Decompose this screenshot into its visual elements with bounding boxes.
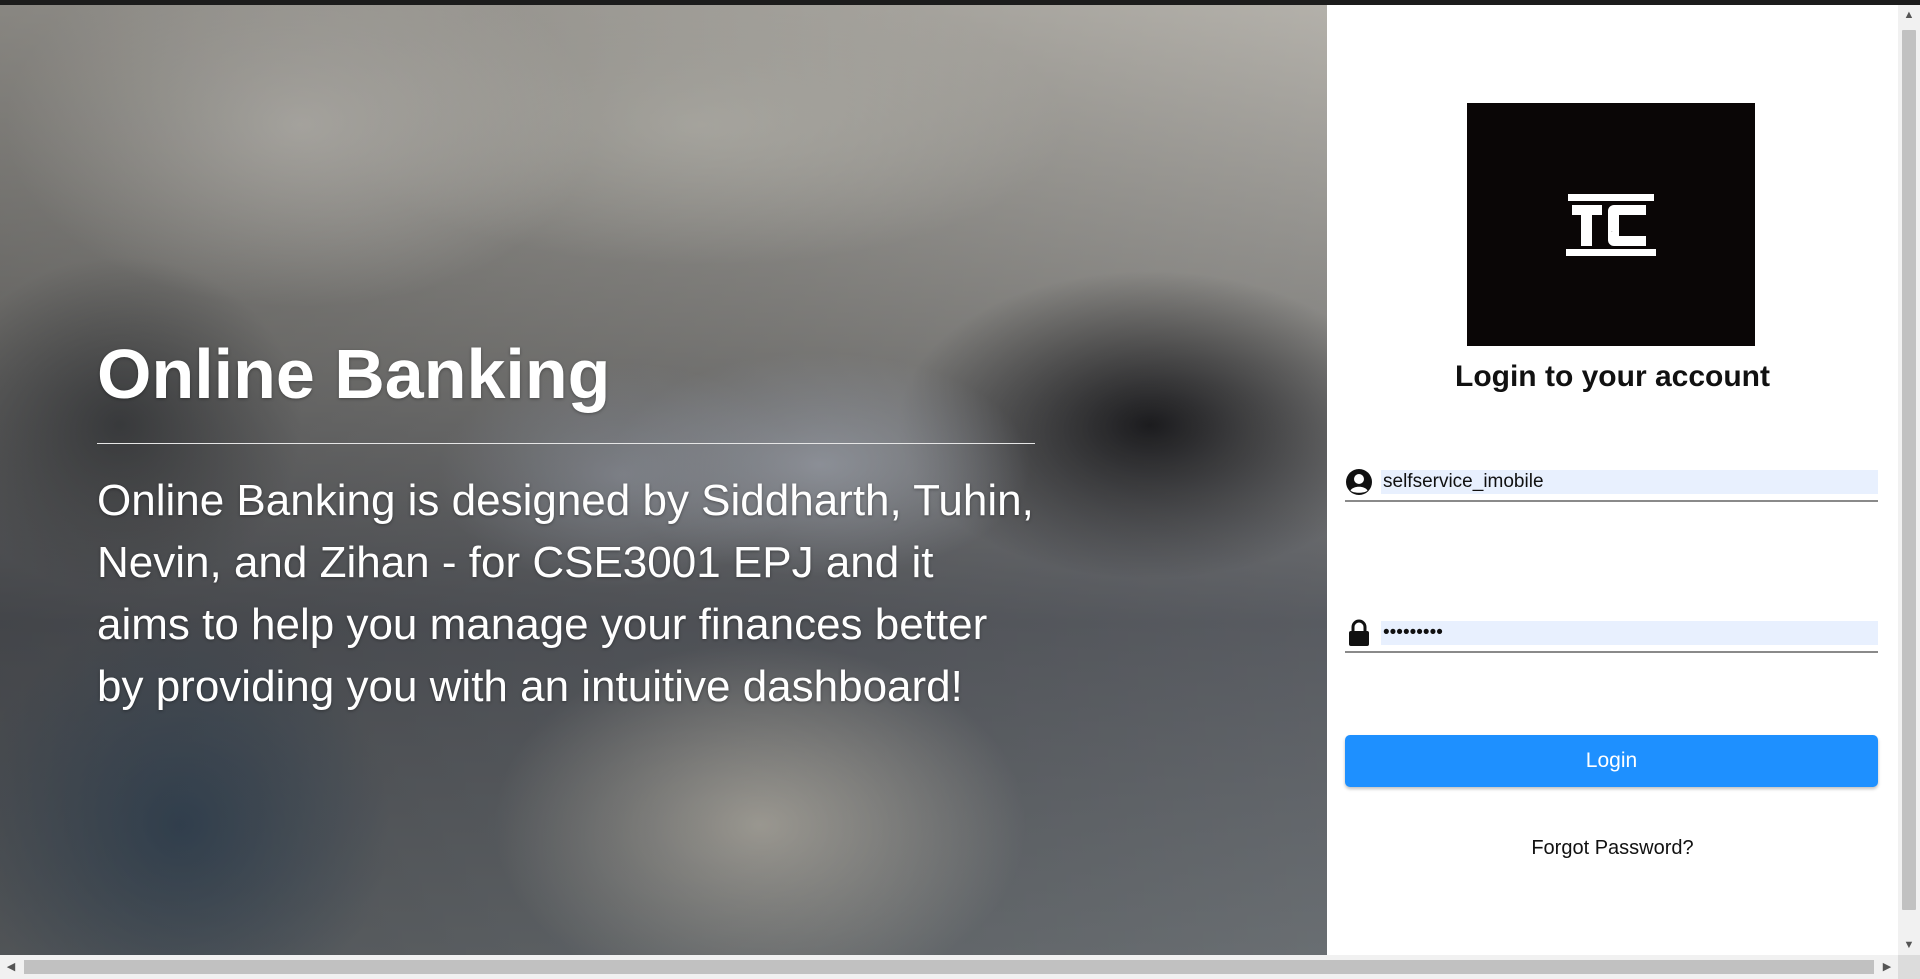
- vertical-scroll-thumb[interactable]: [1902, 30, 1916, 910]
- horizontal-scrollbar[interactable]: ◀ ▶: [0, 955, 1898, 979]
- lock-icon: [1349, 619, 1369, 646]
- hero-description: Online Banking is designed by Siddharth,…: [97, 476, 1034, 711]
- password-field: [1345, 615, 1878, 653]
- brand-logo: TC: [1467, 103, 1755, 346]
- scroll-up-arrow-icon[interactable]: ▲: [1898, 5, 1920, 25]
- scrollbar-corner: [1898, 955, 1920, 979]
- username-input[interactable]: [1381, 470, 1878, 494]
- horizontal-scroll-thumb[interactable]: [24, 960, 1874, 974]
- scroll-down-arrow-icon[interactable]: ▼: [1898, 935, 1920, 955]
- hero-divider: [97, 443, 1035, 444]
- password-input[interactable]: [1381, 621, 1878, 645]
- login-heading: Login to your account: [1455, 360, 1770, 393]
- vertical-scrollbar[interactable]: ▲ ▼: [1898, 5, 1920, 955]
- forgot-password-link[interactable]: Forgot Password?: [1327, 837, 1898, 860]
- hero-title: Online Banking: [97, 335, 611, 413]
- scroll-right-arrow-icon[interactable]: ▶: [1876, 955, 1898, 979]
- user-circle-icon: [1346, 469, 1372, 495]
- login-panel: TC Login to your account Login Forgot Pa…: [1327, 5, 1898, 955]
- scroll-left-arrow-icon[interactable]: ◀: [0, 955, 22, 979]
- tc-logo-icon: TC: [1566, 193, 1656, 256]
- hero-banner: Online Banking Online Banking is designe…: [0, 5, 1327, 955]
- login-button[interactable]: Login: [1345, 735, 1878, 787]
- hero-content: Online Banking Online Banking is designe…: [97, 325, 1035, 718]
- username-field: [1345, 464, 1878, 502]
